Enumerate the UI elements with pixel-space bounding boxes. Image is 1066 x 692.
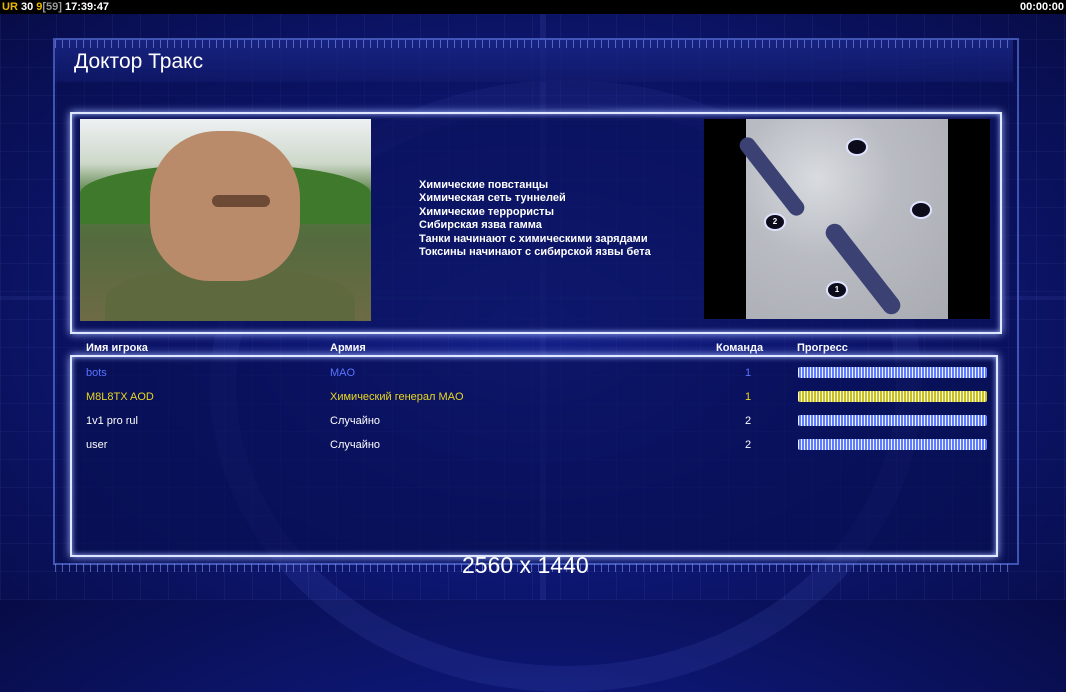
player-team: 2 (745, 415, 752, 427)
feature-item: Токсины начинают с сибирской язвы бета (419, 246, 651, 259)
player-team: 2 (745, 439, 752, 451)
start-position-marker (910, 201, 932, 219)
feature-item: Химические террористы (419, 205, 554, 218)
player-army: Случайно (330, 439, 381, 451)
player-progress-bar (798, 391, 987, 402)
player-progress-bar (798, 439, 987, 450)
feature-item: Химические повстанцы (419, 179, 549, 191)
player-army: Случайно (330, 415, 381, 427)
col-header-progress: Прогресс (797, 342, 848, 354)
top-ruler (55, 40, 1013, 48)
player-name: M8L8TX AOD (86, 391, 154, 403)
portrait-eyes (212, 195, 270, 207)
status-bar: UR 30 9[59] 17:39:47 00:00:00 (0, 0, 1066, 14)
player-progress-bar (798, 415, 987, 426)
start-position-marker (846, 138, 868, 156)
player-army: Химический генерал MAO (330, 391, 464, 403)
col-header-name: Имя игрока (86, 342, 148, 354)
player-progress-bar (798, 367, 987, 378)
status-bracket: [59] (42, 1, 62, 13)
resolution-label: 2560 x 1440 (462, 552, 589, 578)
status-timer: 00:00:00 (1019, 1, 1064, 13)
status-num1: 30 (20, 1, 34, 13)
col-header-team: Команда (716, 342, 764, 354)
status-left: UR 30 9[59] 17:39:47 (2, 0, 109, 14)
general-portrait (80, 119, 371, 321)
start-position-marker: 2 (764, 213, 786, 231)
feature-item: Химическая сеть туннелей (419, 192, 566, 205)
player-name: user (86, 439, 108, 451)
feature-item: Сибирская язва гамма (419, 219, 542, 232)
player-team: 1 (745, 391, 752, 403)
status-clock: 17:39:47 (65, 1, 110, 13)
start-position-marker: 1 (826, 281, 848, 299)
col-header-army: Армия (330, 342, 366, 354)
player-army: MAO (330, 367, 356, 379)
page-title: Доктор Тракс (74, 50, 204, 73)
feature-item: Танки начинают с химическими зарядами (419, 232, 648, 245)
player-name: 1v1 pro rul (86, 415, 138, 427)
player-team: 1 (745, 367, 752, 379)
general-features-list: Химические повстанцы Химическая сеть тун… (419, 179, 651, 259)
players-table (70, 355, 998, 557)
status-ur: UR (2, 1, 18, 13)
map-preview: 2 1 (704, 119, 990, 319)
player-name: bots (86, 367, 107, 379)
